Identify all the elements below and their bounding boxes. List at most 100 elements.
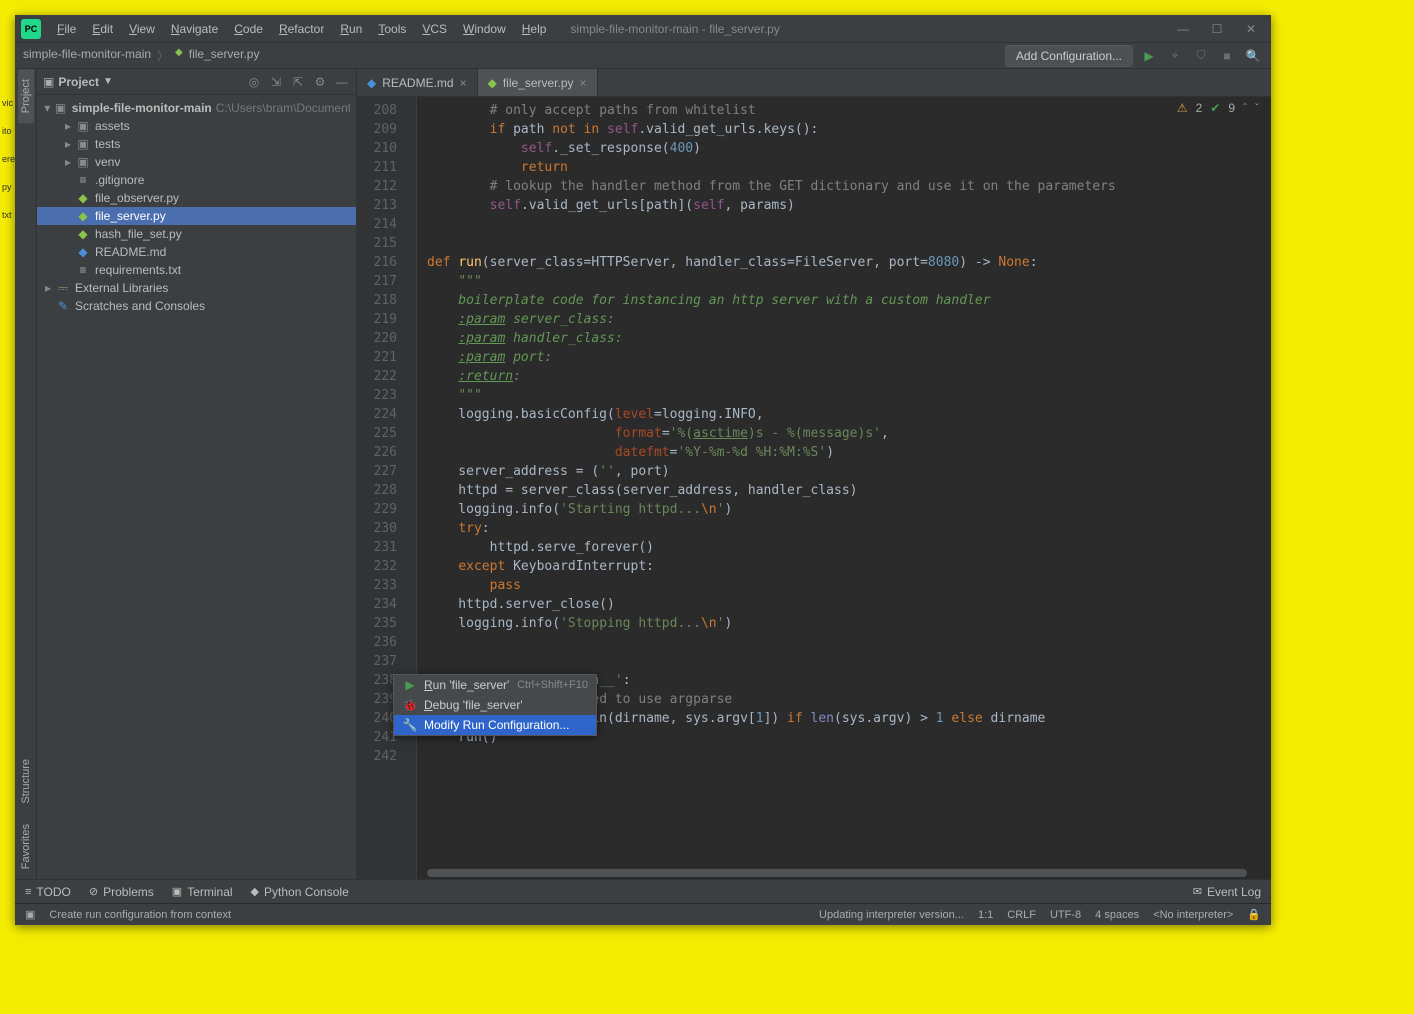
status-tool-icon[interactable]: ▣ — [25, 908, 35, 921]
tree-item-label: .gitignore — [95, 173, 144, 187]
py-icon: ◆ — [75, 209, 91, 223]
coverage-icon[interactable]: ⛉ — [1191, 46, 1211, 66]
event-log-tab[interactable]: ✉Event Log — [1193, 885, 1261, 899]
pycharm-icon: PC — [21, 19, 41, 39]
status-linecol[interactable]: 1:1 — [978, 909, 993, 921]
menu-window[interactable]: Window — [455, 18, 514, 40]
editor-viewport[interactable]: 208 209 210 211 212 213 214 215 216 217 … — [357, 97, 1271, 879]
tree-item-README-md[interactable]: ◆README.md — [37, 243, 356, 261]
status-indent[interactable]: 4 spaces — [1095, 909, 1139, 921]
modify-item-label: Modify Run Configuration... — [424, 718, 569, 732]
py-icon: ◆ — [75, 191, 91, 205]
terminal-tab[interactable]: ▣Terminal — [172, 885, 233, 899]
select-opened-file-icon[interactable]: ◎ — [246, 75, 262, 89]
menu-file[interactable]: File — [49, 18, 84, 40]
editor-tab-README-md[interactable]: ◆README.md× — [357, 69, 478, 96]
project-tool-tab[interactable]: Project — [18, 69, 34, 123]
tree-item-file_observer-py[interactable]: ◆file_observer.py — [37, 189, 356, 207]
scratches-icon: ✎ — [55, 299, 71, 313]
stop-icon[interactable]: ■ — [1217, 46, 1237, 66]
folder-icon: ▣ — [75, 137, 91, 151]
expand-icon[interactable]: ▸ — [41, 281, 55, 295]
folder-icon: ▣ — [75, 119, 91, 133]
menu-vcs[interactable]: VCS — [414, 18, 455, 40]
breadcrumb-project[interactable]: simple-file-monitor-main — [23, 47, 151, 64]
expand-icon[interactable]: ▸ — [61, 155, 75, 169]
run-item-label: Run 'file_server' — [424, 678, 509, 692]
tab-label: README.md — [382, 76, 453, 90]
tree-item-label: venv — [95, 155, 120, 169]
tree-root-label: simple-file-monitor-main — [72, 101, 212, 115]
minimize-icon[interactable]: — — [1169, 19, 1197, 39]
external-libraries[interactable]: ▸ ⎓ External Libraries — [37, 279, 356, 297]
status-linesep[interactable]: CRLF — [1007, 909, 1036, 921]
tree-item-assets[interactable]: ▸▣assets — [37, 117, 356, 135]
add-configuration-button[interactable]: Add Configuration... — [1005, 45, 1133, 67]
debug-file-server-item[interactable]: 🐞 Debug 'file_server' — [394, 695, 596, 715]
structure-tool-tab[interactable]: Structure — [18, 749, 34, 814]
maximize-icon[interactable]: ☐ — [1203, 19, 1231, 39]
problems-tab[interactable]: ⊘ Problems — [89, 885, 154, 899]
close-icon[interactable]: ✕ — [1237, 19, 1265, 39]
project-panel-header: ▣ Project ▼ ◎ ⇲ ⇱ ⚙ — — [37, 69, 356, 95]
tree-item-tests[interactable]: ▸▣tests — [37, 135, 356, 153]
tree-item-venv[interactable]: ▸▣venv — [37, 153, 356, 171]
bug-icon: 🐞 — [402, 698, 418, 712]
breadcrumb[interactable]: simple-file-monitor-main 〉 ◆ file_server… — [23, 47, 259, 64]
expand-icon[interactable]: ▾ — [41, 101, 53, 115]
editor-tab-file_server-py[interactable]: ◆file_server.py× — [478, 69, 598, 96]
wrench-icon: 🔧 — [402, 718, 418, 732]
tree-root[interactable]: ▾ ▣ simple-file-monitor-main C:\Users\br… — [37, 99, 356, 117]
menu-view[interactable]: View — [121, 18, 163, 40]
expand-all-icon[interactable]: ⇲ — [268, 75, 284, 89]
menu-tools[interactable]: Tools — [370, 18, 414, 40]
debug-icon[interactable]: ⌖ — [1165, 46, 1185, 66]
status-tip: Create run configuration from context — [49, 909, 231, 921]
project-icon: ▣ — [43, 75, 54, 89]
hide-panel-icon[interactable]: — — [334, 75, 350, 89]
close-tab-icon[interactable]: × — [460, 76, 467, 90]
tree-item-hash_file_set-py[interactable]: ◆hash_file_set.py — [37, 225, 356, 243]
tree-item-label: file_server.py — [95, 209, 166, 223]
status-pad-icon[interactable]: 🔒 — [1247, 908, 1261, 921]
search-icon[interactable]: 🔍 — [1243, 46, 1263, 66]
settings-gear-icon[interactable]: ⚙ — [312, 75, 328, 89]
menu-navigate[interactable]: Navigate — [163, 18, 226, 40]
python-console-tab[interactable]: ◆Python Console — [251, 885, 349, 899]
project-tree[interactable]: ▾ ▣ simple-file-monitor-main C:\Users\br… — [37, 95, 356, 879]
menu-code[interactable]: Code — [226, 18, 271, 40]
breadcrumb-file[interactable]: file_server.py — [189, 47, 260, 64]
run-file-server-item[interactable]: ▶ Run 'file_server' Ctrl+Shift+F10 — [394, 675, 596, 695]
tree-item-file_server-py[interactable]: ◆ file_server.py — [37, 207, 356, 225]
todo-tab[interactable]: ≡TODO — [25, 885, 71, 899]
status-bar: ▣ Create run configuration from context … — [15, 903, 1271, 925]
status-updating: Updating interpreter version... — [819, 909, 964, 921]
expand-icon[interactable]: ▸ — [61, 137, 75, 151]
project-scope-arrow-icon[interactable]: ▼ — [103, 76, 113, 87]
favorites-tool-tab[interactable]: Favorites — [18, 814, 34, 879]
close-tab-icon[interactable]: × — [580, 76, 587, 90]
problems-icon: ⊘ — [89, 885, 98, 898]
tree-item-requirements-txt[interactable]: ≡requirements.txt — [37, 261, 356, 279]
editor: ◆README.md×◆file_server.py× ⚠ 2 ✔ 9 ˆ ˇ … — [357, 69, 1271, 879]
run-icon: ▶ — [402, 678, 418, 692]
tab-label: file_server.py — [503, 76, 574, 90]
menu-help[interactable]: Help — [514, 18, 555, 40]
collapse-all-icon[interactable]: ⇱ — [290, 75, 306, 89]
menu-refactor[interactable]: Refactor — [271, 18, 332, 40]
code-area[interactable]: # only accept paths from whitelist if pa… — [417, 97, 1271, 879]
menu-run[interactable]: Run — [332, 18, 370, 40]
tree-item--gitignore[interactable]: ≡.gitignore — [37, 171, 356, 189]
expand-icon[interactable]: ▸ — [61, 119, 75, 133]
horizontal-scrollbar[interactable] — [427, 869, 1257, 879]
scratches-consoles[interactable]: ✎ Scratches and Consoles — [37, 297, 356, 315]
status-interpreter[interactable]: <No interpreter> — [1153, 909, 1233, 921]
modify-run-config-item[interactable]: 🔧 Modify Run Configuration... — [394, 715, 596, 735]
ide-body: Project Structure Favorites ▣ Project ▼ … — [15, 69, 1271, 879]
menu-edit[interactable]: Edit — [84, 18, 121, 40]
problems-label: Problems — [103, 885, 154, 899]
status-encoding[interactable]: UTF-8 — [1050, 909, 1081, 921]
python-file-icon: ◆ — [175, 47, 183, 64]
run-icon[interactable]: ▶ — [1139, 46, 1159, 66]
run-context-menu: ▶ Run 'file_server' Ctrl+Shift+F10 🐞 Deb… — [393, 674, 597, 736]
